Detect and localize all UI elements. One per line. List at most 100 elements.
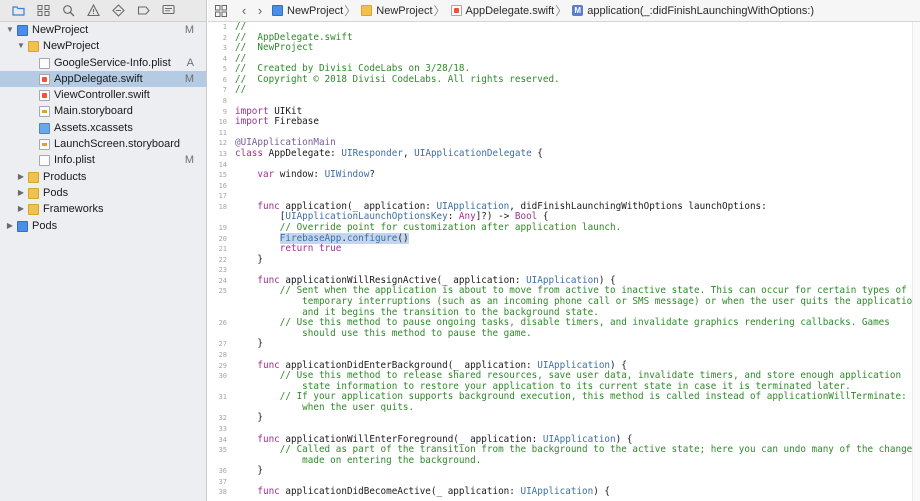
navigator-row[interactable]: Main.storyboard xyxy=(0,103,206,119)
code-text: class AppDelegate: UIResponder, UIApplic… xyxy=(235,147,543,159)
line-number: 3 xyxy=(222,44,227,53)
project-icon xyxy=(272,5,283,16)
breadcrumb-separator-icon: 〉 xyxy=(433,4,446,18)
navigator-row-label: Frameworks xyxy=(43,203,104,216)
disclosure-expanded-icon[interactable]: ▼ xyxy=(16,38,26,54)
forward-arrow-icon[interactable]: › xyxy=(252,3,268,18)
code-line: 15 var window: UIWindow? xyxy=(208,169,920,181)
line-number: 19 xyxy=(218,223,227,232)
navigator-row[interactable]: ▶ Products xyxy=(0,169,206,185)
code-line: 27 } xyxy=(208,339,920,350)
line-number: 1 xyxy=(222,23,227,31)
line-number: 8 xyxy=(222,97,227,106)
code-text: should use this method to pause the game… xyxy=(235,327,532,339)
breadcrumb-method[interactable]: M application(_:didFinishLaunchingWithOp… xyxy=(568,5,814,17)
navigator-row-label: ViewController.swift xyxy=(54,89,150,102)
breadcrumb-project[interactable]: NewProject xyxy=(268,5,343,17)
method-badge-icon: M xyxy=(572,5,584,16)
breadcrumb-separator-icon: 〉 xyxy=(555,4,568,18)
navigator-row-label: AppDelegate.swift xyxy=(54,72,143,85)
navigator-row-label: Info.plist xyxy=(54,154,95,167)
code-line: when the user quits. xyxy=(208,402,920,414)
selected-text: FirebaseApp.configure() xyxy=(279,232,409,244)
search-icon[interactable] xyxy=(56,0,81,22)
line-number: 6 xyxy=(222,75,227,84)
line-number: 24 xyxy=(218,276,227,285)
breadcrumb-file[interactable]: AppDelegate.swift xyxy=(447,4,555,17)
line-number: 4 xyxy=(222,54,227,63)
line-number: 5 xyxy=(222,65,227,74)
scm-status-badge: A xyxy=(186,56,194,69)
related-items-icon[interactable] xyxy=(214,4,228,18)
folder-icon xyxy=(28,171,39,183)
code-text: } xyxy=(235,412,263,424)
code-line: should use this method to pause the game… xyxy=(208,327,920,340)
navigator-row[interactable]: LaunchScreen.storyboard xyxy=(0,136,206,152)
line-number: 30 xyxy=(218,372,227,381)
line-number: 7 xyxy=(222,86,227,95)
swift-file-icon xyxy=(39,73,50,85)
navigator-row[interactable]: Info.plist M xyxy=(0,152,206,168)
storyboard-file-icon xyxy=(39,106,50,118)
line-number: 10 xyxy=(218,118,227,127)
navigator-row[interactable]: AppDelegate.swift M xyxy=(0,70,206,88)
code-line: 3 // NewProject xyxy=(208,42,920,54)
code-line: 10 import Firebase xyxy=(208,116,920,128)
navigator-row[interactable]: ▶ Frameworks xyxy=(0,201,206,217)
navigator-row[interactable]: ▶ Pods xyxy=(0,218,206,234)
breadcrumb-label: NewProject xyxy=(287,4,344,17)
disclosure-collapsed-icon[interactable]: ▶ xyxy=(5,218,15,234)
breadcrumb-label: NewProject xyxy=(376,4,433,17)
disclosure-collapsed-icon[interactable]: ▶ xyxy=(16,201,26,217)
code-line: 2// AppDelegate.swift xyxy=(208,32,920,44)
warning-icon[interactable] xyxy=(81,0,106,22)
navigator-row[interactable]: ▼ NewProject M xyxy=(0,22,206,38)
file-tree: ▼ NewProject M ▼ NewProject GoogleService-Inf… xyxy=(0,22,206,234)
line-number: 17 xyxy=(218,192,227,201)
line-number: 14 xyxy=(218,160,227,169)
scm-status-badge: M xyxy=(184,154,194,167)
navigator-row[interactable]: Assets.xcassets xyxy=(0,120,206,136)
line-number: 18 xyxy=(218,202,227,211)
breakpoint-icon[interactable] xyxy=(131,0,156,22)
code-text: func applicationDidBecomeActive(_ applic… xyxy=(257,486,611,498)
line-number: 25 xyxy=(218,287,227,296)
line-number: 12 xyxy=(218,139,227,148)
code-line: 13 class AppDelegate: UIResponder, UIAppl… xyxy=(208,147,920,160)
folder-icon xyxy=(28,204,39,216)
hierarchy-icon[interactable] xyxy=(31,0,56,22)
diamond-icon[interactable] xyxy=(106,0,131,22)
editor-scrollbar[interactable] xyxy=(912,22,920,501)
back-arrow-icon[interactable]: ‹ xyxy=(236,3,252,18)
breadcrumb-separator-icon: 〉 xyxy=(344,4,357,18)
disclosure-collapsed-icon[interactable]: ▶ xyxy=(16,185,26,201)
folder-icon xyxy=(361,5,373,16)
code-line: 7 // xyxy=(208,85,920,96)
navigator-row-label: Assets.xcassets xyxy=(54,121,133,134)
code-text: made on entering the background. xyxy=(235,454,482,466)
project-navigator: ▼ NewProject M ▼ NewProject GoogleService-Inf… xyxy=(0,0,207,501)
code-text-area[interactable]: 1 // 2// AppDelegate.swift 3 // NewProject 4 /… xyxy=(208,22,920,501)
breadcrumb-label: AppDelegate.swift xyxy=(465,4,555,17)
navigator-row[interactable]: ViewController.swift xyxy=(0,87,206,103)
disclosure-collapsed-icon[interactable]: ▶ xyxy=(16,169,26,185)
line-number: 9 xyxy=(222,107,227,116)
disclosure-expanded-icon[interactable]: ▼ xyxy=(5,22,15,38)
breadcrumb-group[interactable]: NewProject xyxy=(357,4,433,17)
code-line: 36 } xyxy=(208,466,920,477)
code-line: 38 func applicationDidBecomeActive(_ app… xyxy=(208,487,920,498)
line-number: 33 xyxy=(218,424,227,433)
chat-icon[interactable] xyxy=(156,0,181,22)
line-number: 26 xyxy=(218,319,227,328)
line-number: 11 xyxy=(218,128,227,137)
navigator-row[interactable]: GoogleService-Info.plist A xyxy=(0,55,206,71)
line-number: 37 xyxy=(218,477,227,486)
line-number: 20 xyxy=(218,234,227,243)
code-text: // Copyright © 2018 Divisi CodeLabs. All… xyxy=(235,73,560,85)
navigator-row[interactable]: ▶ Pods xyxy=(0,185,206,201)
navigator-row-label: LaunchScreen.storyboard xyxy=(54,138,180,151)
swift-file-icon xyxy=(39,90,50,102)
navigator-row[interactable]: ▼ NewProject xyxy=(0,38,206,54)
line-number: 15 xyxy=(218,171,227,180)
folder-icon[interactable] xyxy=(6,0,31,22)
